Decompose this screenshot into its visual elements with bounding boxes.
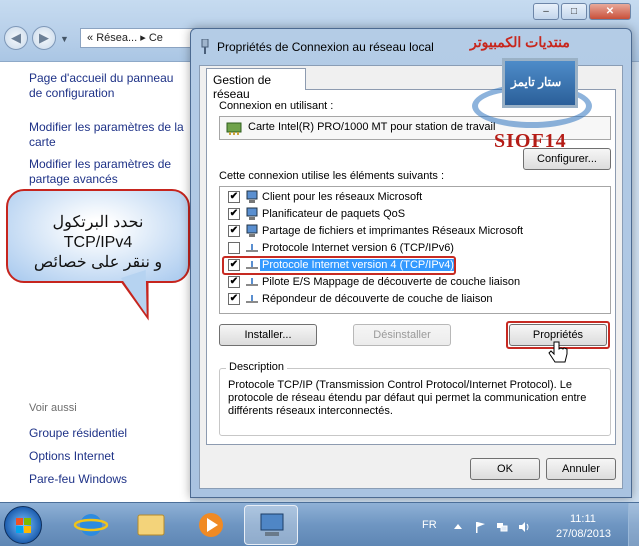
internet-explorer-icon [73, 514, 109, 536]
windows-logo-icon [16, 518, 31, 533]
action-center-flag-icon[interactable] [474, 521, 486, 533]
close-button[interactable]: ✕ [589, 3, 631, 20]
item-checkbox[interactable]: ✔ [228, 293, 240, 305]
list-item[interactable]: ✔ Partage de fichiers et imprimantes Rés… [220, 223, 608, 240]
protocol-icon [246, 244, 258, 252]
windows-firewall-link[interactable]: Pare-feu Windows [29, 472, 189, 487]
watermark-monitor: ستار تايمز [502, 58, 578, 108]
network-adapter-icon [226, 122, 242, 135]
network-client-icon [246, 190, 258, 203]
network-plug-icon [201, 39, 209, 54]
folder-icon [137, 514, 165, 536]
item-label: Répondeur de découverte de couche de lia… [262, 293, 493, 305]
item-label: Client pour les réseaux Microsoft [262, 191, 423, 203]
description-legend: Description [226, 361, 288, 373]
connect-using-label: Connexion en utilisant : [219, 100, 334, 112]
hand-cursor-icon [548, 341, 568, 363]
network-tray-icon[interactable] [496, 521, 508, 533]
minimize-button[interactable]: – [533, 3, 559, 20]
media-player-taskbar-button[interactable] [184, 505, 238, 545]
forward-button[interactable]: ▶ [32, 26, 56, 50]
show-hidden-icons-icon[interactable] [452, 521, 464, 533]
file-printer-sharing-icon [246, 224, 258, 237]
address-overflow[interactable]: « [87, 32, 93, 44]
components-list[interactable]: ✔ Client pour les réseaux Microsoft ✔ Pl… [219, 186, 611, 314]
homegroup-link[interactable]: Groupe résidentiel [29, 426, 189, 441]
callout-line-3: و ننقر على خصائص [33, 254, 163, 271]
taskbar: FR 11:11 27/08/2013 [0, 502, 639, 546]
install-button[interactable]: Installer... [219, 324, 317, 346]
callout-line-1: نحدد البرتكول [52, 214, 144, 231]
address-current[interactable]: Ce [149, 32, 163, 44]
item-checkbox[interactable]: ✔ [228, 191, 240, 203]
list-item[interactable]: ✔ Pilote E/S Mappage de découverte de co… [220, 274, 608, 291]
back-button[interactable]: ◀ [4, 26, 28, 50]
adapter-name: Carte Intel(R) PRO/1000 MT pour station … [248, 121, 496, 133]
description-text: Protocole TCP/IP (Transmission Control P… [228, 379, 587, 417]
list-item[interactable]: ✔ Répondeur de découverte de couche de l… [220, 291, 608, 308]
maximize-button[interactable]: □ [561, 3, 587, 20]
watermark-screen-text: ستار تايمز [511, 75, 562, 89]
item-checkbox[interactable]: ✔ [228, 276, 240, 288]
address-network[interactable]: Résea... [96, 32, 137, 44]
qos-scheduler-icon [246, 207, 258, 220]
recent-pages-icon[interactable]: ▼ [60, 34, 69, 44]
language-indicator[interactable]: FR [422, 519, 437, 531]
watermark-logo: منتديات الكمبيوتر ستار تايمز SIOF14 [470, 34, 630, 164]
item-checkbox[interactable] [228, 242, 240, 254]
item-checkbox[interactable]: ✔ [228, 208, 240, 220]
item-label: Partage de fichiers et imprimantes Résea… [262, 225, 524, 237]
item-checkbox[interactable]: ✔ [228, 225, 240, 237]
cancel-button[interactable]: Annuler [546, 458, 616, 480]
internet-options-link[interactable]: Options Internet [29, 449, 189, 464]
clock-date[interactable]: 27/08/2013 [556, 528, 611, 540]
protocol-icon [246, 295, 258, 303]
dialog-title: Propriétés de Connexion au réseau local [217, 40, 434, 54]
clock-time[interactable]: 11:11 [570, 513, 596, 525]
items-label: Cette connexion utilise les éléments sui… [219, 170, 445, 182]
uninstall-button: Désinstaller [353, 324, 451, 346]
protocol-icon [246, 278, 258, 286]
list-item[interactable]: ✔ Client pour les réseaux Microsoft [220, 189, 608, 206]
start-button[interactable] [4, 506, 42, 544]
control-panel-home-link[interactable]: Page d'accueil du panneau de configurati… [29, 71, 189, 101]
tab-networking[interactable]: Gestion de réseau [206, 68, 306, 101]
ok-button[interactable]: OK [470, 458, 540, 480]
volume-icon[interactable] [518, 521, 530, 533]
address-separator-icon: ▸ [140, 32, 146, 44]
window-controls: – □ ✕ [533, 3, 631, 20]
ipv4-highlight-frame [222, 256, 456, 275]
change-adapter-settings-link[interactable]: Modifier les paramètres de la carte [29, 120, 189, 150]
explorer-taskbar-button[interactable] [124, 505, 178, 545]
network-taskbar-button[interactable] [244, 505, 298, 545]
description-group: Description Protocole TCP/IP (Transmissi… [219, 361, 611, 436]
see-also-title: Voir aussi [29, 402, 77, 414]
list-item[interactable]: ✔ Planificateur de paquets QoS [220, 206, 608, 223]
callout-bubble: نحدد البرتكول TCP/IPv4 و ننقر على خصائص [6, 189, 190, 283]
callout-line-2: TCP/IPv4 [63, 234, 133, 251]
list-item[interactable]: Protocole Internet version 6 (TCP/IPv6) [220, 240, 608, 257]
show-desktop-button[interactable] [628, 503, 639, 546]
item-label: Planificateur de paquets QoS [262, 208, 406, 220]
internet-explorer-taskbar-button[interactable] [64, 505, 118, 545]
item-label: Protocole Internet version 6 (TCP/IPv6) [262, 242, 454, 254]
watermark-brand: SIOF14 [494, 130, 567, 152]
advanced-sharing-settings-link[interactable]: Modifier les paramètres de partage avanc… [29, 157, 189, 187]
network-center-icon [260, 513, 284, 536]
item-label: Pilote E/S Mappage de découverte de couc… [262, 276, 521, 288]
watermark-title: منتديات الكمبيوتر [470, 34, 570, 50]
media-player-icon [199, 513, 223, 537]
